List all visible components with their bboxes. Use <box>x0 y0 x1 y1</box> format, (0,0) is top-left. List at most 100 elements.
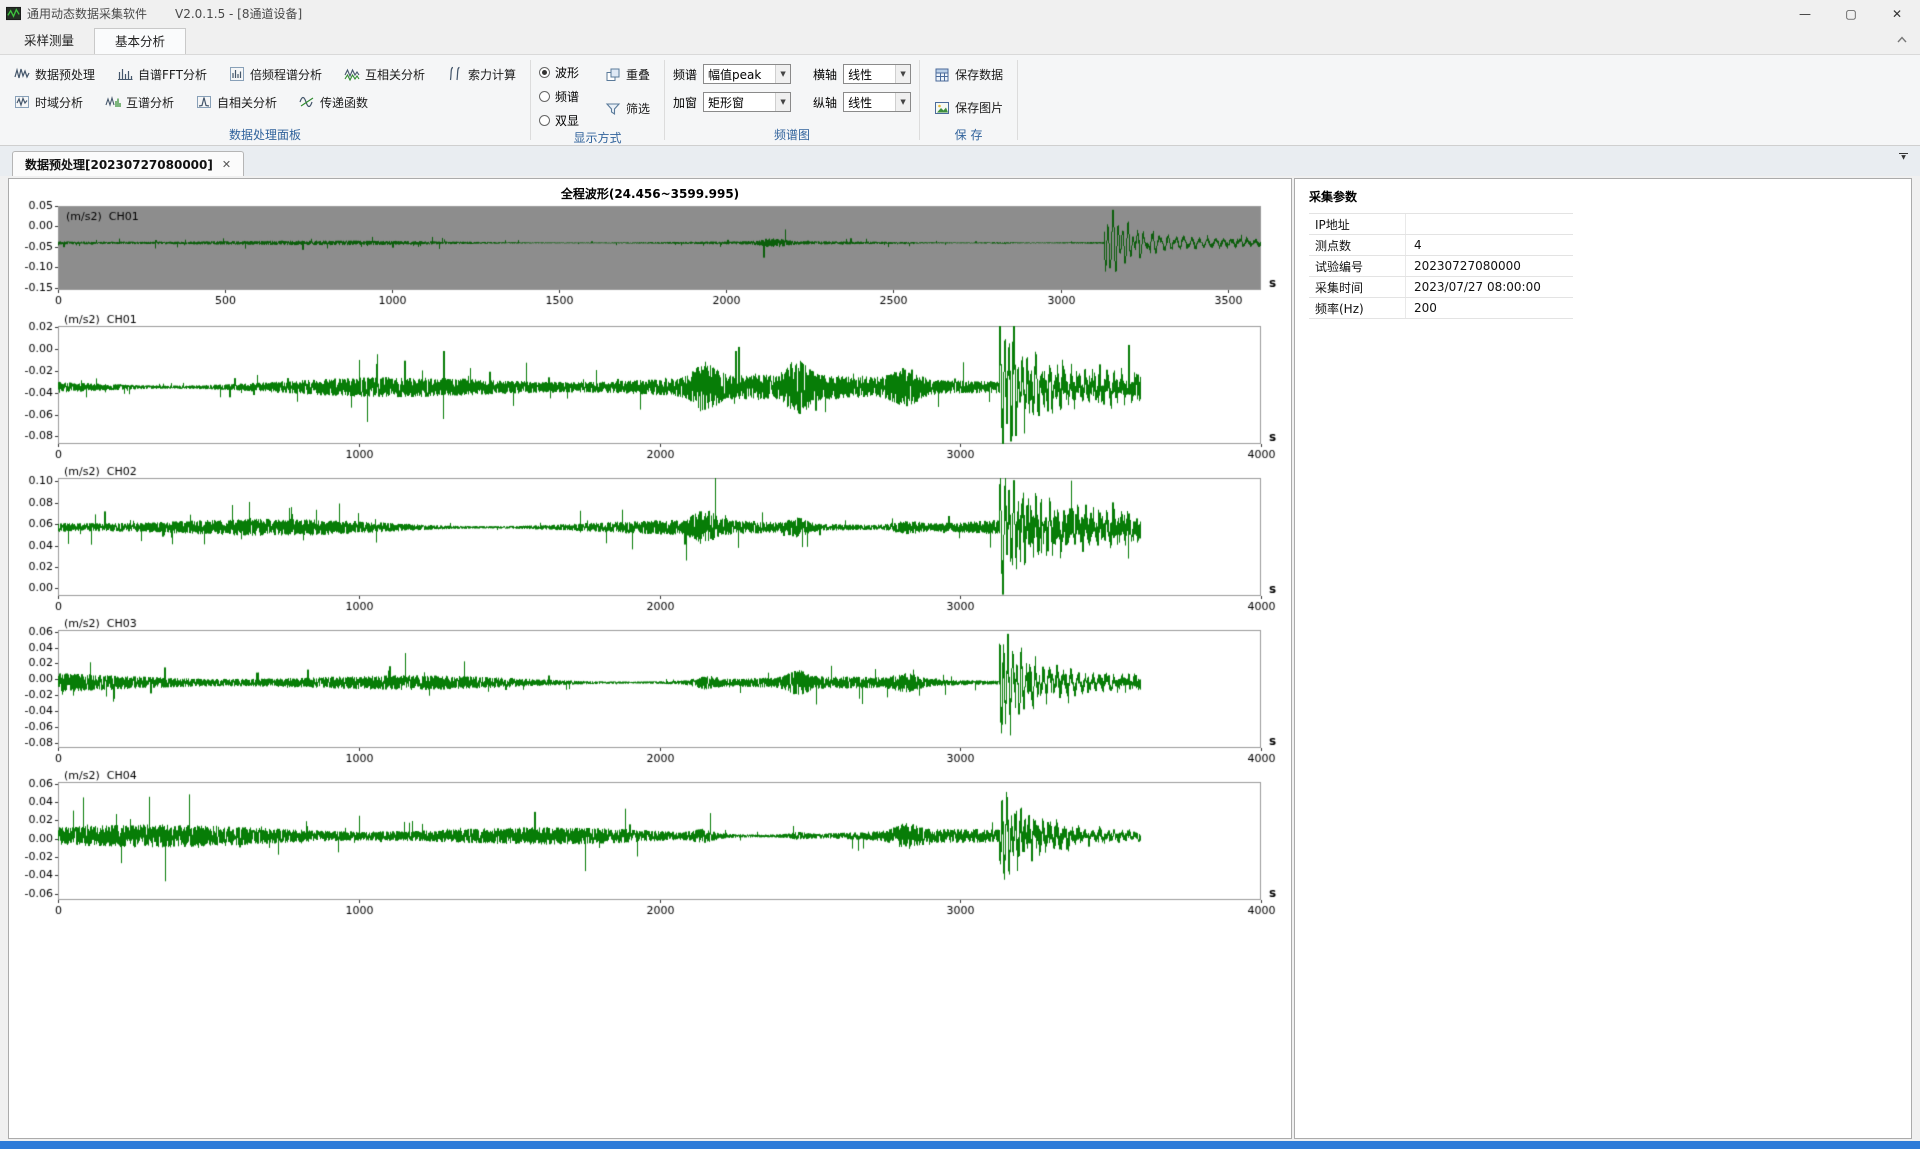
waveform-icon <box>14 66 30 82</box>
time-domain-icon <box>14 94 30 110</box>
radio-dot <box>539 91 550 102</box>
octave-spectrum-icon <box>229 66 245 82</box>
button-filter[interactable]: 筛选 <box>599 96 656 121</box>
spectrum-type-select[interactable]: 幅值peak ▼ <box>703 64 791 84</box>
ch04-waveform-canvas[interactable] <box>9 768 1291 920</box>
tab-list-dropdown-icon[interactable]: ▼ <box>1899 153 1908 161</box>
radio-spectrum[interactable]: 频谱 <box>539 88 579 105</box>
radio-label: 频谱 <box>555 88 579 105</box>
ribbon-collapse-icon[interactable] <box>1894 32 1910 48</box>
group-label-process: 数据处理面板 <box>8 126 522 144</box>
ribbon-tab-bar: 采样测量 基本分析 <box>0 27 1920 54</box>
overview-waveform-canvas[interactable] <box>9 200 1291 312</box>
minimize-button[interactable]: — <box>1782 0 1828 27</box>
button-label: 重叠 <box>626 66 650 83</box>
group-label-save: 保 存 <box>928 126 1009 144</box>
param-label: 频率(Hz) <box>1309 298 1405 318</box>
button-label: 时域分析 <box>35 94 83 111</box>
button-cross-correlation-analysis[interactable]: 互相关分析 <box>338 62 431 87</box>
maximize-button[interactable]: ▢ <box>1828 0 1874 27</box>
chevron-down-icon: ▼ <box>895 65 910 83</box>
button-save-data[interactable]: 保存数据 <box>928 62 1009 87</box>
button-auto-fft-analysis[interactable]: 自谱FFT分析 <box>111 62 213 87</box>
param-label: IP地址 <box>1309 214 1405 234</box>
radio-waveform[interactable]: 波形 <box>539 64 579 81</box>
button-transfer-function[interactable]: 传递函数 <box>293 90 374 115</box>
button-label: 筛选 <box>626 100 650 117</box>
param-label: 采集时间 <box>1309 277 1405 297</box>
param-value: 200 <box>1405 298 1573 318</box>
force-calc-icon <box>447 66 463 82</box>
app-window: 通用动态数据采集软件 V2.0.1.5 - [8通道设备] — ▢ ✕ 采样测量… <box>0 0 1920 1149</box>
document-tab-close-icon[interactable]: ✕ <box>222 158 231 171</box>
radio-label: 双显 <box>555 112 579 129</box>
field-label: 频谱 <box>673 66 697 83</box>
group-label-display: 显示方式 <box>539 129 656 147</box>
tab-basic-analysis[interactable]: 基本分析 <box>94 28 186 54</box>
button-label: 互谱分析 <box>126 94 174 111</box>
chart-area: 全程波形(24.456~3599.995) <box>8 178 1292 1139</box>
ribbon: 数据预处理 自谱FFT分析 倍频程谱分析 互相关分析 索力计算 <box>0 54 1920 146</box>
param-value: 20230727080000 <box>1405 256 1573 276</box>
main-content: 全程波形(24.456~3599.995) 采集参数 IP地址 测点数 4 试验… <box>0 176 1920 1141</box>
overview-chart-title: 全程波形(24.456~3599.995) <box>9 185 1291 200</box>
radio-dot <box>539 115 550 126</box>
cross-correlation-icon <box>344 66 360 82</box>
document-tab-bar: 数据预处理[20230727080000] ✕ ▼ <box>0 146 1920 176</box>
button-label: 保存图片 <box>955 99 1003 116</box>
app-icon <box>6 6 21 21</box>
ribbon-group-spectrum: 频谱 幅值peak ▼ 横轴 线性 ▼ 加窗 矩形窗 <box>665 55 919 145</box>
ch02-waveform-canvas[interactable] <box>9 464 1291 616</box>
button-time-domain-analysis[interactable]: 时域分析 <box>8 90 89 115</box>
button-data-preprocess[interactable]: 数据预处理 <box>8 62 101 87</box>
field-label: 加窗 <box>673 94 697 111</box>
button-cable-force-calc[interactable]: 索力计算 <box>441 62 522 87</box>
param-row-test-id: 试验编号 20230727080000 <box>1309 256 1573 277</box>
radio-dot <box>539 67 550 78</box>
button-label: 自相关分析 <box>217 94 277 111</box>
param-label: 测点数 <box>1309 235 1405 255</box>
radio-dual[interactable]: 双显 <box>539 112 579 129</box>
button-save-image[interactable]: 保存图片 <box>928 95 1009 120</box>
param-label: 试验编号 <box>1309 256 1405 276</box>
transfer-function-icon <box>299 94 315 110</box>
overlay-icon <box>605 67 621 83</box>
ch01-waveform-canvas[interactable] <box>9 312 1291 464</box>
button-label: 传递函数 <box>320 94 368 111</box>
button-auto-correlation-analysis[interactable]: 自相关分析 <box>190 90 283 115</box>
param-row-frequency: 频率(Hz) 200 <box>1309 298 1573 319</box>
button-overlap[interactable]: 重叠 <box>599 62 656 87</box>
chevron-down-icon: ▼ <box>895 93 910 111</box>
chevron-down-icon: ▼ <box>775 93 790 111</box>
button-label: 倍频程谱分析 <box>250 66 322 83</box>
tab-sampling-measure[interactable]: 采样测量 <box>4 28 94 54</box>
document-tab-title: 数据预处理[20230727080000] <box>25 156 213 173</box>
window-controls: — ▢ ✕ <box>1782 0 1920 27</box>
close-button[interactable]: ✕ <box>1874 0 1920 27</box>
y-axis-scale-select[interactable]: 线性 ▼ <box>843 92 911 112</box>
button-octave-spectrum-analysis[interactable]: 倍频程谱分析 <box>223 62 328 87</box>
radio-label: 波形 <box>555 64 579 81</box>
save-data-icon <box>934 67 950 83</box>
ch03-waveform-canvas[interactable] <box>9 616 1291 768</box>
button-label: 保存数据 <box>955 66 1003 83</box>
button-label: 数据预处理 <box>35 66 95 83</box>
filter-icon <box>605 101 621 117</box>
button-label: 自谱FFT分析 <box>138 66 207 83</box>
titlebar: 通用动态数据采集软件 V2.0.1.5 - [8通道设备] — ▢ ✕ <box>0 0 1920 27</box>
fft-spectrum-icon <box>117 66 133 82</box>
button-label: 索力计算 <box>468 66 516 83</box>
auto-correlation-icon <box>196 94 212 110</box>
param-value: 4 <box>1405 235 1573 255</box>
param-value: 2023/07/27 08:00:00 <box>1405 277 1573 297</box>
document-tab[interactable]: 数据预处理[20230727080000] ✕ <box>12 151 244 176</box>
chevron-down-icon: ▼ <box>775 65 790 83</box>
group-label-spectrum: 频谱图 <box>673 126 911 144</box>
param-row-time: 采集时间 2023/07/27 08:00:00 <box>1309 277 1573 298</box>
taskbar-edge <box>0 1141 1920 1149</box>
field-label: 纵轴 <box>813 94 837 111</box>
button-cross-spectrum-analysis[interactable]: 互谱分析 <box>99 90 180 115</box>
window-function-select[interactable]: 矩形窗 ▼ <box>703 92 791 112</box>
acquisition-params-panel: 采集参数 IP地址 测点数 4 试验编号 20230727080000 采集时间… <box>1294 178 1912 1139</box>
x-axis-scale-select[interactable]: 线性 ▼ <box>843 64 911 84</box>
